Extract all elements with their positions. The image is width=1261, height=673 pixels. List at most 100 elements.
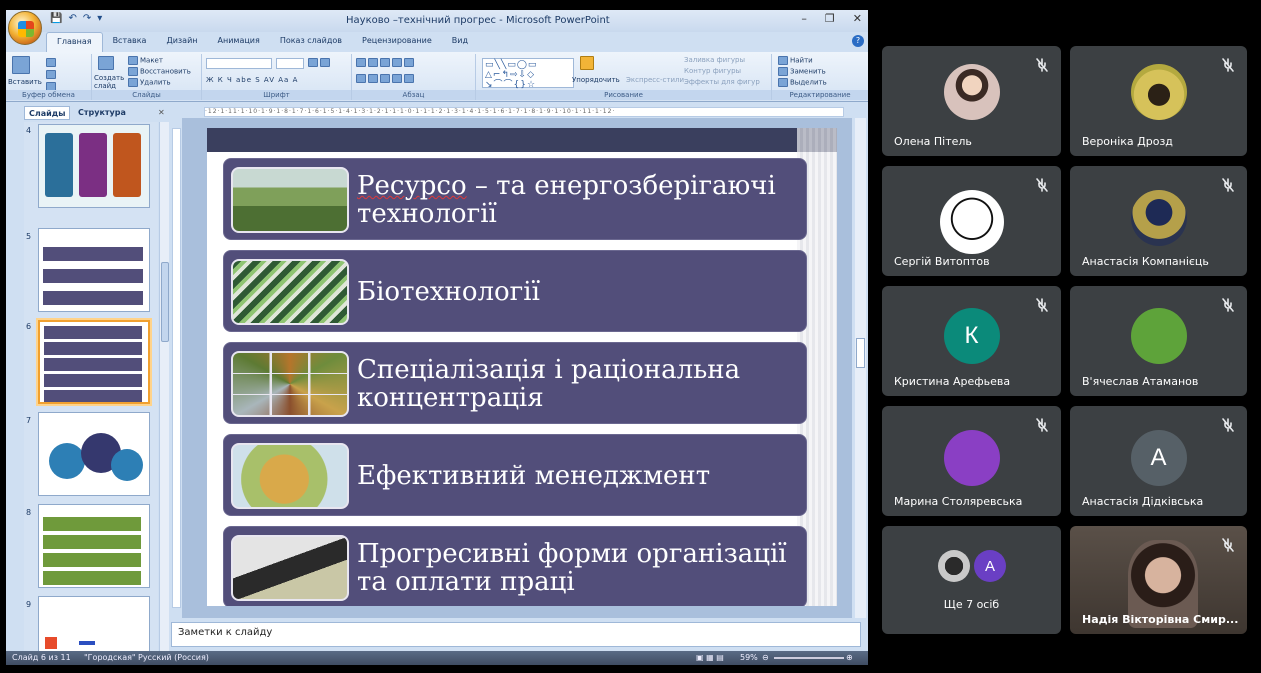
- slide-thumb-9[interactable]: [38, 596, 150, 652]
- group-drawing: ▭╲╲▭◯▭ △⌐↰⇨⇩◇ ↘⌒⌒{}☆ Упорядочить Экспресс-…: [476, 54, 772, 100]
- group-label-editing: Редактирование: [772, 90, 868, 100]
- participant-tile[interactable]: К Кристина Арефьева: [882, 286, 1061, 396]
- slide-thumb-6[interactable]: [38, 320, 150, 404]
- arrange-icon[interactable]: [580, 56, 596, 70]
- slide-thumb-5[interactable]: [38, 228, 150, 312]
- zoom-out-icon[interactable]: ⊖: [762, 653, 769, 662]
- paste-button[interactable]: [12, 56, 32, 74]
- redo-icon[interactable]: ↷: [83, 13, 91, 24]
- slide-item-text: Прогресивні форми організації та оплати …: [357, 539, 787, 597]
- participant-tile[interactable]: Анастасія Компанієць: [1070, 166, 1247, 276]
- slide-header-band: [207, 128, 837, 152]
- avatar: К: [943, 308, 1000, 364]
- language-indicator[interactable]: Русский (Россия): [138, 653, 209, 662]
- font-size-combo[interactable]: [276, 58, 304, 69]
- help-icon[interactable]: ?: [852, 35, 864, 47]
- align-buttons[interactable]: [356, 74, 416, 83]
- title-bar: 💾 ↶ ↷ ▾ Науково –технічний прогрес - Mic…: [6, 10, 868, 32]
- shapes-gallery[interactable]: ▭╲╲▭◯▭ △⌐↰⇨⇩◇ ↘⌒⌒{}☆: [482, 58, 574, 90]
- close-pane-icon[interactable]: ✕: [158, 108, 165, 117]
- thumbnails-scrollbar[interactable]: [159, 122, 169, 652]
- mic-off-icon: [1036, 58, 1048, 72]
- current-slide[interactable]: Ресурсо – та енергозберігаючі технології…: [207, 128, 837, 606]
- zoom-level[interactable]: 59%: [740, 653, 758, 662]
- new-slide-button[interactable]: Создать слайд: [94, 74, 124, 90]
- replace-button[interactable]: Заменить: [778, 67, 826, 76]
- horizontal-ruler: ·12·1·11·1·10·1·9·1·8·1·7·1·6·1·5·1·4·1·…: [204, 107, 844, 117]
- font-name-combo[interactable]: [206, 58, 272, 69]
- list-buttons[interactable]: [356, 58, 416, 67]
- delete-slide-button[interactable]: Удалить: [128, 78, 171, 87]
- participant-tile[interactable]: Марина Столяревська: [882, 406, 1061, 516]
- mic-off-icon: [1222, 538, 1234, 552]
- font-format-buttons[interactable]: Ж К Ч abe S AV Aa A: [206, 76, 298, 84]
- quick-styles-button[interactable]: Экспресс-стили: [626, 76, 684, 84]
- view-buttons[interactable]: ▣ ▦ ▤: [696, 653, 724, 662]
- zoom-in-icon[interactable]: ⊕: [846, 653, 853, 662]
- layout-button[interactable]: Макет: [128, 56, 163, 65]
- customize-qat-icon[interactable]: ▾: [97, 13, 102, 24]
- mic-off-icon: [1222, 298, 1234, 312]
- participant-video-tile[interactable]: Надія Вікторівна Смир...: [1070, 526, 1247, 634]
- undo-icon[interactable]: ↶: [68, 13, 76, 24]
- tab-review[interactable]: Рецензирование: [352, 32, 442, 52]
- powerpoint-window: 💾 ↶ ↷ ▾ Науково –технічний прогрес - Mic…: [6, 10, 868, 665]
- new-slide-icon[interactable]: [98, 56, 116, 70]
- avatar: A: [1130, 430, 1187, 486]
- participant-name: Вероніка Дрозд: [1082, 135, 1173, 148]
- participant-tile[interactable]: В'ячеслав Атаманов: [1070, 286, 1247, 396]
- minimize-button[interactable]: –: [801, 12, 807, 25]
- group-label-slides: Слайды: [92, 90, 201, 100]
- arrange-button[interactable]: Упорядочить: [572, 76, 620, 84]
- participant-tile[interactable]: A Анастасія Дідківська: [1070, 406, 1247, 516]
- participant-name: В'ячеслав Атаманов: [1082, 375, 1199, 388]
- font-grow-icon[interactable]: [308, 58, 332, 67]
- group-label-paragraph: Абзац: [352, 90, 475, 100]
- tab-home[interactable]: Главная: [46, 32, 103, 52]
- editor-scroll-thumb[interactable]: [856, 338, 865, 368]
- slide-item-text: Ефективний менеджмент: [357, 461, 711, 491]
- quick-access-toolbar: 💾 ↶ ↷ ▾: [50, 13, 102, 24]
- slide-thumb-8[interactable]: [38, 504, 150, 588]
- reset-button[interactable]: Восстановить: [128, 67, 191, 76]
- slide-item-1[interactable]: Ресурсо – та енергозберігаючі технології: [223, 158, 807, 240]
- notes-field[interactable]: Заметки к слайду: [171, 622, 861, 647]
- participant-tile[interactable]: Вероніка Дрозд: [1070, 46, 1247, 156]
- select-button[interactable]: Выделить: [778, 78, 827, 87]
- tab-animation[interactable]: Анимация: [208, 32, 270, 52]
- tab-outline-pane[interactable]: Структура: [74, 106, 130, 120]
- copy-icon[interactable]: [46, 70, 58, 79]
- shape-effects-button[interactable]: Эффекты для фигур: [684, 78, 760, 86]
- find-button[interactable]: Найти: [778, 56, 813, 65]
- tab-insert[interactable]: Вставка: [103, 32, 157, 52]
- agriculture-collage-image: [231, 351, 349, 417]
- participant-tile[interactable]: Олена Пітель: [882, 46, 1061, 156]
- save-icon[interactable]: 💾: [50, 13, 62, 24]
- avatar: [1130, 190, 1187, 246]
- zoom-slider[interactable]: [774, 657, 844, 659]
- tab-slides-pane[interactable]: Слайды: [24, 106, 71, 120]
- tab-design[interactable]: Дизайн: [156, 32, 207, 52]
- slide-item-3[interactable]: Спеціалізація і раціональна концентрація: [223, 342, 807, 424]
- maximize-button[interactable]: ❐: [825, 12, 835, 25]
- shape-fill-button[interactable]: Заливка фигуры: [684, 56, 745, 64]
- slide-item-5[interactable]: Прогресивні форми організації та оплати …: [223, 526, 807, 606]
- participant-tile[interactable]: Сергій Витоптов: [882, 166, 1061, 276]
- thumb-number: 5: [26, 232, 32, 241]
- tab-slideshow[interactable]: Показ слайдов: [270, 32, 352, 52]
- more-participants-tile[interactable]: A Ще 7 осіб: [882, 526, 1061, 634]
- slide-item-2[interactable]: Біотехнології: [223, 250, 807, 332]
- group-editing: Найти Заменить Выделить Редактирование: [772, 54, 868, 100]
- editor-scrollbar[interactable]: [855, 118, 866, 618]
- slide-thumb-7[interactable]: [38, 412, 150, 496]
- cut-icon[interactable]: [46, 58, 58, 67]
- slide-thumb-4[interactable]: [38, 124, 150, 208]
- tab-view[interactable]: Вид: [442, 32, 478, 52]
- close-button[interactable]: ✕: [853, 12, 862, 25]
- slide-item-4[interactable]: Ефективний менеджмент: [223, 434, 807, 516]
- scroll-thumb[interactable]: [161, 262, 169, 342]
- avatar: [943, 64, 1000, 120]
- shape-outline-button[interactable]: Контур фигуры: [684, 67, 741, 75]
- slide-thumbnails: 4 5 6 7 8 9: [24, 122, 158, 652]
- office-button[interactable]: [8, 11, 42, 45]
